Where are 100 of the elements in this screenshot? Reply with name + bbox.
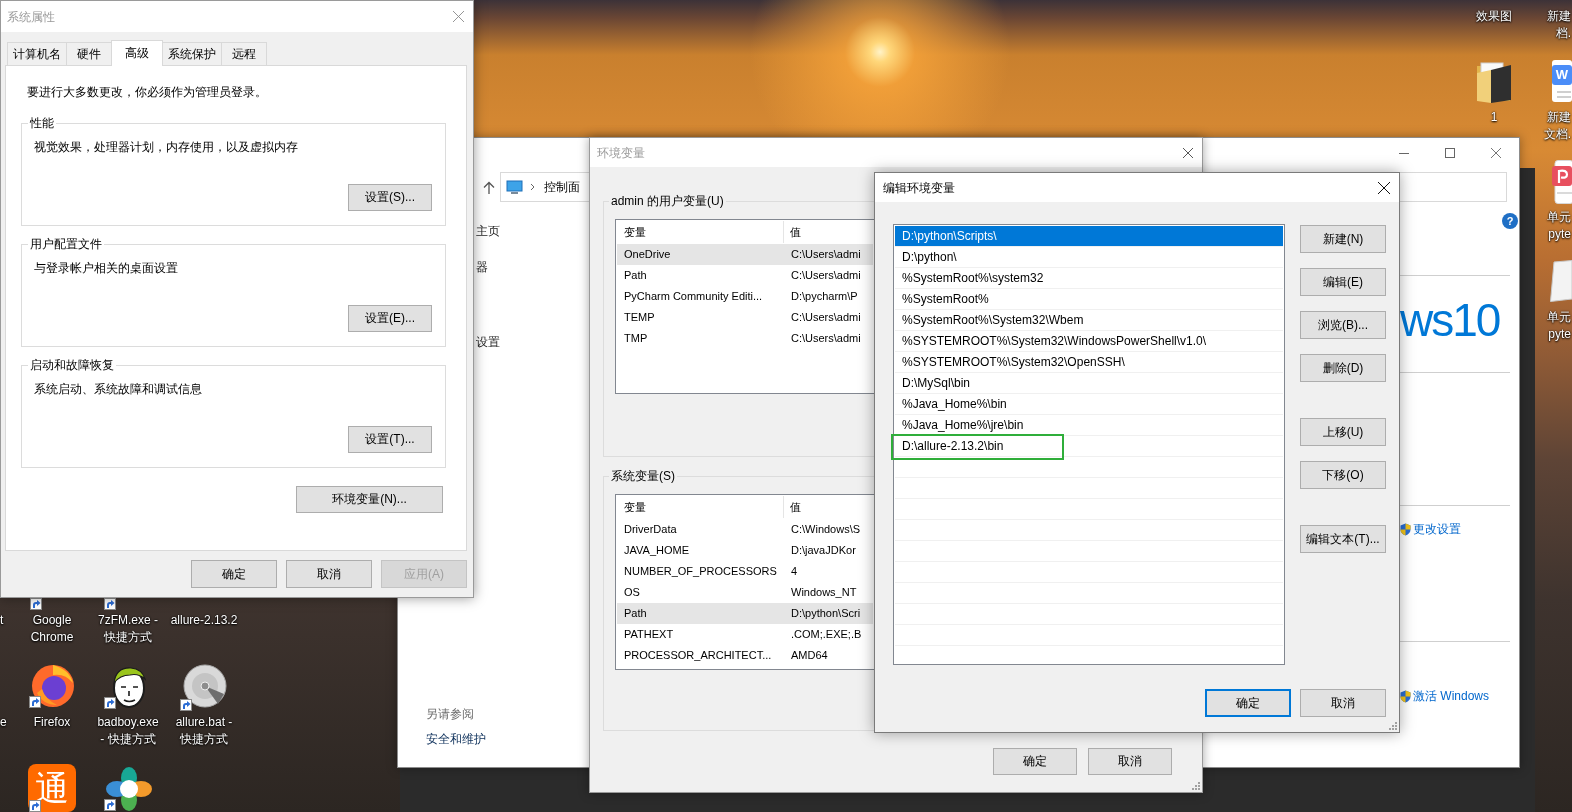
dialog-button[interactable]: 取消 (286, 560, 372, 588)
table-cell-text: 4 (790, 564, 798, 579)
monitor-icon (506, 179, 523, 195)
icon-label[interactable]: allure.bat - 快捷方式 (167, 714, 241, 748)
table-row[interactable]: JAVA_HOME D:\javaJDKor (617, 540, 873, 561)
breadcrumb-item[interactable]: 控制面 (544, 179, 580, 195)
table-cell-text: DriverData (623, 522, 678, 537)
group-description: 系统启动、系统故障和调试信息 (34, 381, 203, 397)
group-label: 系统变量(S) (610, 468, 676, 484)
tab[interactable]: 计算机名 (7, 42, 67, 65)
table-row[interactable]: NUMBER_OF_PROCESSORS 4 (617, 561, 873, 582)
action-button[interactable]: 编辑文本(T)... (1300, 525, 1386, 553)
settings-button[interactable]: 设置(T)... (348, 426, 432, 453)
sidebar-link[interactable]: 设置 (476, 334, 500, 350)
tab[interactable]: 高级 (111, 40, 163, 66)
action-button[interactable]: 浏览(B)... (1300, 311, 1386, 339)
group-label: admin 的用户变量(U) (610, 193, 725, 209)
action-button[interactable]: 删除(D) (1300, 354, 1386, 382)
table-cell-text: D:\pycharm\P (790, 289, 858, 304)
list-item[interactable]: %SystemRoot%\system32 (895, 268, 1283, 289)
icon-label[interactable]: 新建档. (1543, 8, 1571, 42)
minimize-icon[interactable] (1399, 152, 1409, 154)
list-item[interactable]: %SystemRoot% (895, 289, 1283, 310)
icon-label[interactable]: 单元 pyte (1531, 309, 1571, 343)
shield-link[interactable]: 激活 Windows (1400, 688, 1510, 704)
action-button[interactable]: 编辑(E) (1300, 268, 1386, 296)
chevron-icon[interactable] (530, 183, 535, 191)
dialog-button[interactable]: 确定 (1205, 689, 1291, 717)
column-header[interactable]: 值 (784, 496, 801, 518)
column-header[interactable]: 变量 (616, 221, 784, 243)
shortcut-arrow-icon[interactable] (30, 598, 42, 610)
resize-grip-icon[interactable] (1388, 721, 1397, 730)
list-item[interactable]: D:\MySql\bin (895, 373, 1283, 394)
close-icon[interactable] (1378, 181, 1390, 194)
table-row[interactable]: OneDrive C:\Users\admi (617, 244, 873, 265)
table-row[interactable]: DriverData C:\Windows\S (617, 519, 873, 540)
table-cell-text: JAVA_HOME (623, 543, 690, 558)
disc-icon[interactable] (180, 664, 228, 712)
flower-icon[interactable] (104, 767, 152, 812)
table-row[interactable]: TMP C:\Users\admi (617, 328, 873, 349)
table-row[interactable]: Path C:\Users\admi (617, 265, 873, 286)
sidebar-link[interactable]: 安全和维护 (426, 731, 486, 747)
table-row[interactable]: PyCharm Community Editi... D:\pycharm\P (617, 286, 873, 307)
list-item[interactable]: D:\python\ (895, 247, 1283, 268)
table-cell-text: Windows_NT (790, 585, 857, 600)
column-header[interactable]: 变量 (616, 496, 784, 518)
icon-label[interactable]: 7zFM.exe - 快捷方式 (91, 612, 165, 646)
resize-grip-icon[interactable] (1191, 781, 1200, 790)
shield-link[interactable]: 更改设置 (1400, 521, 1510, 537)
list-item[interactable]: %Java_Home%\bin (895, 394, 1283, 415)
window-title: 编辑环境变量 (883, 179, 955, 196)
list-item[interactable]: %SYSTEMROOT%\System32\WindowsPowerShell\v1.0\ (895, 331, 1283, 352)
icon-label[interactable]: 单元 pyte (1531, 209, 1571, 243)
up-arrow-icon[interactable] (483, 180, 495, 194)
list-item[interactable]: %Java_Home%\jre\bin (895, 415, 1283, 436)
shield-icon (1400, 689, 1411, 703)
window-title: 环境变量 (597, 144, 645, 161)
dialog-button[interactable]: 取消 (1088, 748, 1172, 775)
table-row[interactable]: Path D:\python\Scri (617, 603, 873, 624)
list-item[interactable]: D:\python\Scripts\ (895, 226, 1283, 247)
table-row[interactable]: TEMP C:\Users\admi (617, 307, 873, 328)
document-icon[interactable] (1550, 260, 1572, 302)
help-button[interactable]: ? (1502, 213, 1518, 229)
dialog-button[interactable]: 确定 (191, 560, 277, 588)
shortcut-arrow-icon[interactable] (104, 598, 116, 610)
folder-icon[interactable] (1476, 61, 1512, 103)
list-item[interactable]: D:\allure-2.13.2\bin (895, 436, 1283, 457)
icon-label[interactable]: Firefox (15, 714, 89, 731)
icon-label[interactable]: 效果图 (1457, 8, 1531, 25)
maximize-icon[interactable] (1445, 148, 1455, 158)
table-row[interactable]: OS Windows_NT (617, 582, 873, 603)
list-item[interactable]: %SystemRoot%\System32\Wbem (895, 310, 1283, 331)
table-cell-text: C:\Users\admi (790, 331, 861, 346)
action-button[interactable]: 下移(O) (1300, 461, 1386, 489)
sidebar-link[interactable]: 器 (476, 259, 488, 275)
settings-button[interactable]: 设置(S)... (348, 184, 432, 211)
action-button[interactable]: 上移(U) (1300, 418, 1386, 446)
dialog-button[interactable]: 取消 (1300, 689, 1386, 717)
icon-label[interactable]: e (0, 714, 12, 731)
env-variables-button[interactable]: 环境变量(N)... (296, 486, 443, 513)
document-icon[interactable] (1552, 160, 1572, 204)
table-row[interactable]: PATHEXT .COM;.EXE;.B (617, 624, 873, 645)
column-header[interactable]: 值 (784, 221, 801, 243)
icon-label[interactable]: Google Chrome (15, 612, 89, 646)
action-button[interactable]: 新建(N) (1300, 225, 1386, 253)
table-cell-text: PROCESSOR_ARCHITECT... (623, 648, 773, 663)
tab[interactable]: 远程 (221, 42, 267, 65)
settings-button[interactable]: 设置(E)... (348, 305, 432, 332)
dialog-button[interactable]: 确定 (993, 748, 1077, 775)
icon-label[interactable]: t (0, 612, 12, 629)
round-app-icon[interactable] (29, 663, 75, 709)
icon-label[interactable]: badboy.exe - 快捷方式 (91, 714, 165, 748)
close-icon[interactable] (1183, 147, 1193, 158)
list-item[interactable]: %SYSTEMROOT%\System32\OpenSSH\ (895, 352, 1283, 373)
table-cell-text: PyCharm Community Editi... (623, 289, 764, 304)
sidebar-link[interactable]: 主页 (476, 223, 500, 239)
table-row[interactable]: PROCESSOR_ARCHITECT... AMD64 (617, 645, 873, 666)
icon-label[interactable]: allure-2.13.2 (164, 612, 244, 629)
table-cell-text: Path (623, 268, 648, 283)
table-cell-text: D:\javaJDKor (790, 543, 856, 558)
